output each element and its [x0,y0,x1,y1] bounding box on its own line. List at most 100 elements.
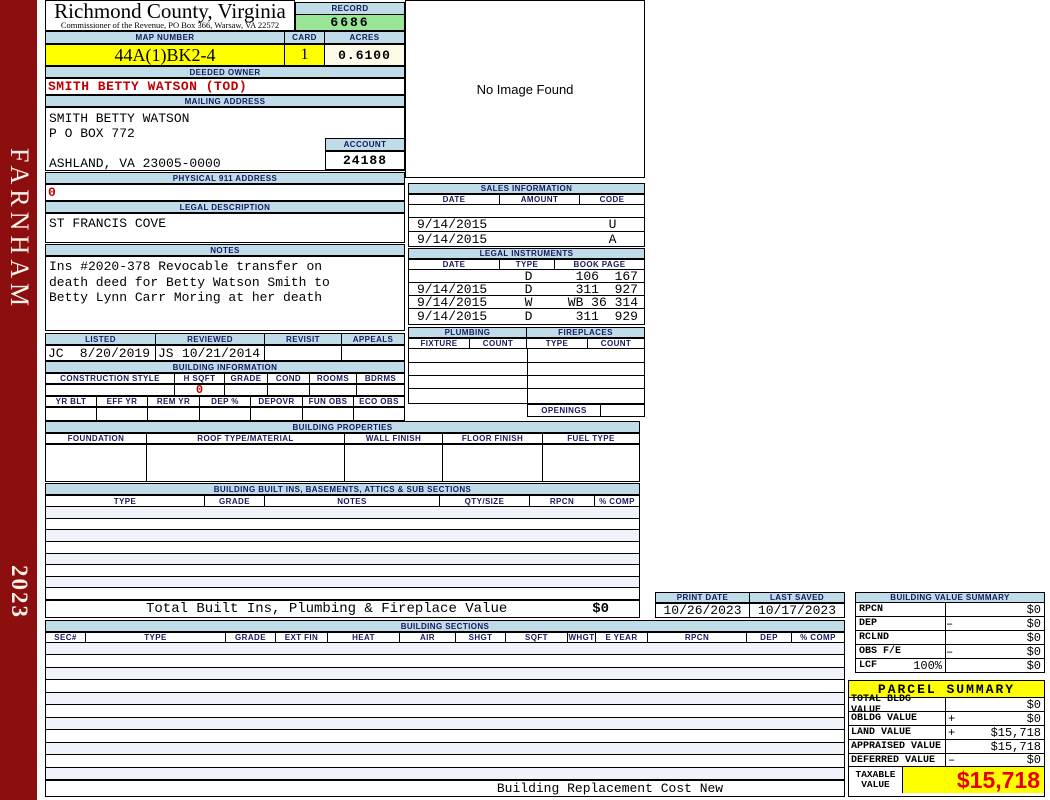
deferred-value: $0 [1026,753,1041,767]
col-eff-yr: EFF YR [97,396,148,407]
building-value-summary-header: BUILDING VALUE SUMMARY [855,592,1045,603]
instrument-type: W [524,294,533,310]
obs-fe-label: OBS F/E [859,646,902,657]
total-bldg-value-label: TOTAL BLDG VALUE [849,694,946,716]
print-info-headers: PRINT DATE LAST SAVED [655,592,845,603]
instrument-type: D [524,308,533,324]
empty-row [46,576,639,589]
obldg-value: $0 [1026,711,1041,726]
instrument-date [409,270,501,282]
sales-date [409,205,501,217]
lcf-value: $0 [1026,658,1041,673]
openings-value [601,404,645,417]
taxable-value-row: TAXABLE VALUE $15,718 [849,767,1044,793]
built-ins-col-type: TYPE [45,495,205,507]
empty-row [46,767,844,779]
instrument-row: 9/14/2015 D 311 929 [409,308,644,324]
bdrms-value [357,385,404,395]
print-info-values: 10/26/2023 10/17/2023 [655,603,845,618]
rpcn-value: $0 [1026,602,1041,617]
sections-col-sec: SEC# [45,632,86,643]
col-floor-finish: FLOOR FINISH [443,433,543,444]
empty-row [46,530,639,542]
photo-panel: No Image Found [405,0,645,178]
building-sections-empty-rows [45,643,845,780]
taxable-value: $15,718 [956,766,1040,793]
built-ins-col-comp: % COMP [595,495,640,507]
sales-row: 9/14/2015 U [409,217,644,232]
notes-line-3: Betty Lynn Carr Moring at her death [49,290,323,305]
building-properties-values [45,444,640,482]
roof-type-material-value [147,445,345,481]
construction-style-value [46,385,175,395]
rclnd-op [946,631,960,644]
county-title-block: Richmond County, Virginia Commissioner o… [45,0,295,31]
instrument-date: 9/14/2015 [417,294,488,310]
parcel-row: APPRAISED VALUE $15,718 [849,740,1044,754]
cond-value [268,385,310,395]
map-number-header: MAP NUMBER [45,31,285,44]
plumbing-cell [409,376,528,388]
legal-description-value: ST FRANCIS COVE [45,213,405,243]
sales-amount [501,232,581,246]
review-value-row: JC 8/20/2019 JS 10/21/2014 [45,345,405,361]
built-ins-col-grade: GRADE [205,495,265,507]
legal-description-header: LEGAL DESCRIPTION [45,201,405,213]
sections-col-comp: % COMP [792,632,845,643]
instruments-table: D 106 167 9/14/2015 D 311 927 9/14/2015 … [408,269,645,325]
built-ins-header: BUILDING BUILT INS, BASEMENTS, ATTICS & … [45,483,640,495]
empty-row [46,755,844,768]
building-properties-header: BUILDING PROPERTIES [45,421,640,433]
building-info-values-1: 0 [45,383,405,397]
total-built-ins-value: $0 [592,601,609,617]
col-depovr: DEPOVR [251,396,303,407]
sales-columns: DATE AMOUNT CODE [408,194,645,205]
sales-col-date: DATE [408,194,500,205]
building-info-values-2 [45,407,405,421]
building-replacement-row: Building Replacement Cost New [45,780,845,797]
sections-col-sqft: SQFT [506,632,568,643]
sections-col-grade: GRADE [226,632,276,643]
obldg-value-label: OBLDG VALUE [849,712,946,725]
empty-row [46,643,844,656]
building-value-summary-table: RPCN $0 DEP – $0 RCLND $0 OBS F/E – $0 L… [855,603,1045,673]
map-value-row: 44A(1)BK2-4 1 0.6100 [45,44,405,66]
built-ins-col-rpcn: RPCN [530,495,595,507]
empty-row [46,692,844,706]
building-sections-columns: SEC# TYPE GRADE EXT FIN HEAT AIR SHGT SQ… [45,632,845,643]
county-title: Richmond County, Virginia [54,0,286,23]
sections-col-rpcn: RPCN [648,632,747,643]
fireplaces-header: FIREPLACES [527,327,645,338]
building-sections-header: BUILDING SECTIONS [45,620,845,632]
fireplaces-cell [528,363,644,375]
sales-col-amount: AMOUNT [500,194,580,205]
rclnd-value: $0 [1026,630,1041,645]
openings-row: OPENINGS [527,404,645,417]
print-date-header: PRINT DATE [655,592,750,603]
lcf-op [946,659,960,672]
legal-instruments-header: LEGAL INSTRUMENTS [408,248,645,259]
appeals-header: APPEALS [342,333,405,345]
mailing-address-header: MAILING ADDRESS [45,95,405,107]
col-roof-type-material: ROOF TYPE/MATERIAL [147,433,345,444]
col-grade: GRADE [225,373,268,384]
sections-col-heat: HEAT [328,632,400,643]
h-sqft-value: 0 [175,383,225,397]
building-properties-columns: FOUNDATION ROOF TYPE/MATERIAL WALL FINIS… [45,433,640,444]
card-header: CARD [285,31,325,44]
lcf-label: LCF [859,660,878,671]
rooms-value [310,385,357,395]
sales-code [581,205,644,217]
foundation-value [46,445,147,481]
last-saved-value: 10/17/2023 [750,603,845,618]
listed-header: LISTED [45,333,156,345]
record-value: 6686 [295,15,405,31]
land-value: $15,718 [990,725,1041,740]
listed-value: JC 8/20/2019 [46,346,156,361]
fireplaces-cell [528,389,644,403]
built-ins-col-qty-size: QTY/SIZE [440,495,530,507]
built-ins-columns: TYPE GRADE NOTES QTY/SIZE RPCN % COMP [45,495,640,507]
parcel-row: DEFERRED VALUE – $0 [849,753,1044,767]
parcel-row: LAND VALUE + $15,718 [849,726,1044,740]
physical-address-value: 0 [45,184,405,201]
